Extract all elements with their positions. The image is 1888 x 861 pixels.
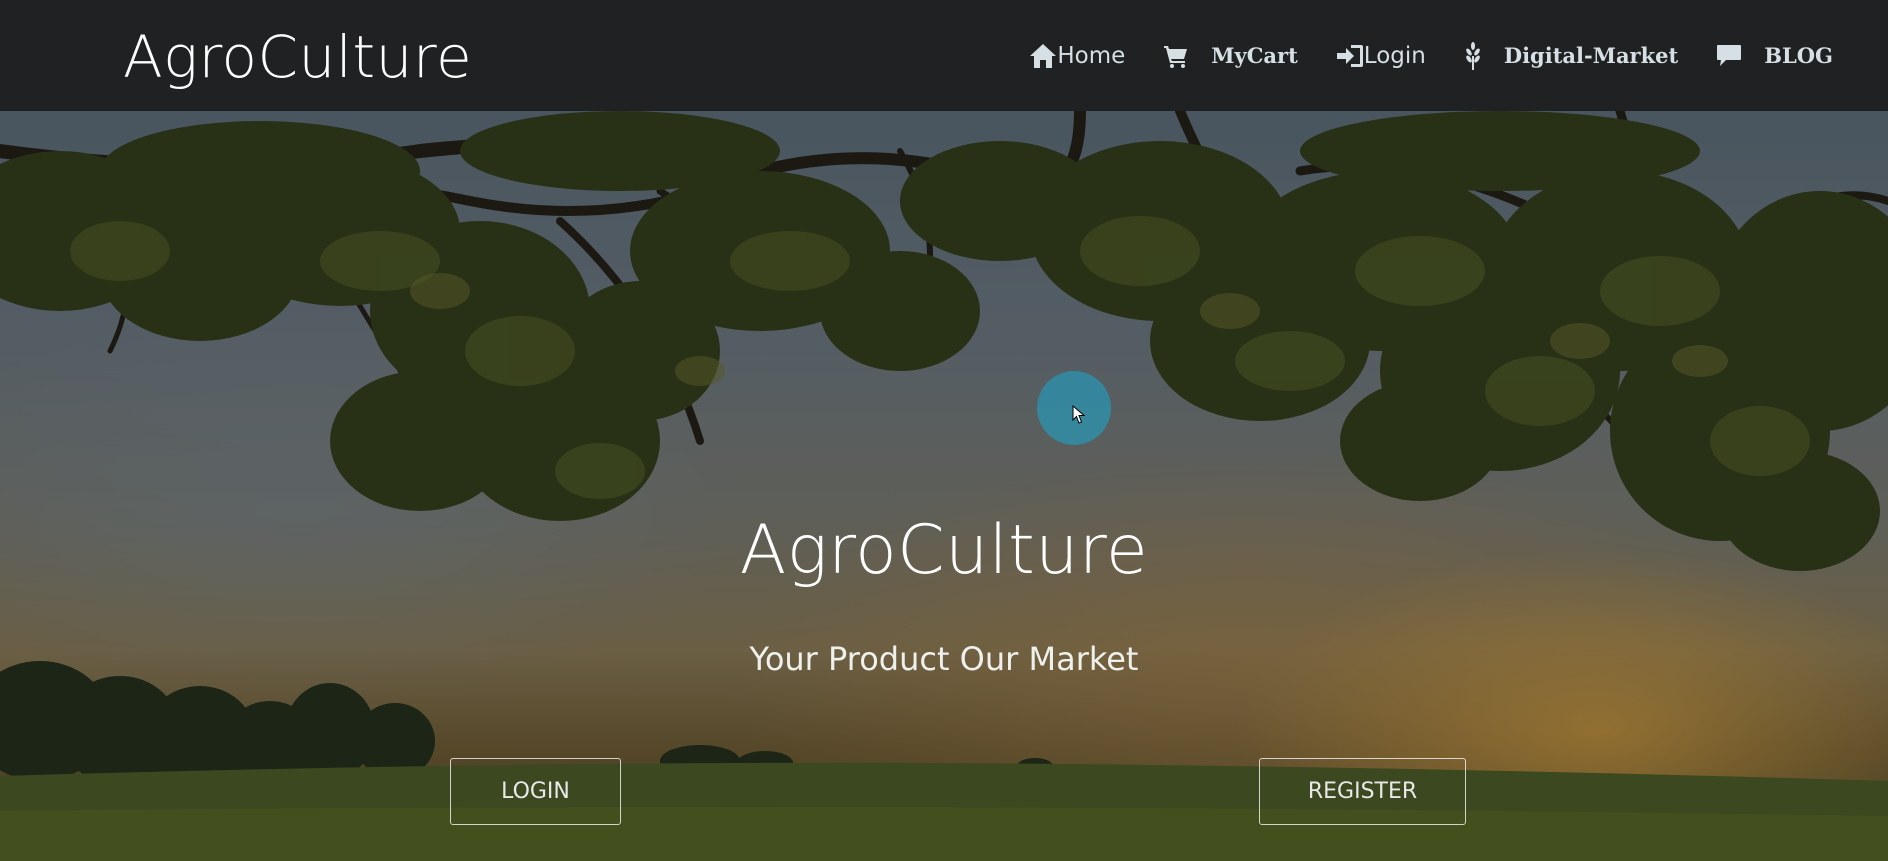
hero-subtitle: Your Product Our Market xyxy=(749,640,1139,678)
nav-digital-market-label: Digital-Market xyxy=(1503,43,1679,68)
grain-icon xyxy=(1464,41,1482,70)
home-icon xyxy=(1029,43,1057,69)
sign-in-icon xyxy=(1336,44,1364,68)
nav-mycart-label: MyCart xyxy=(1211,43,1298,68)
comment-icon xyxy=(1716,44,1742,68)
nav-mycart[interactable]: MyCart xyxy=(1163,0,1298,111)
nav-login[interactable]: Login xyxy=(1336,0,1426,111)
login-button[interactable]: LOGIN xyxy=(450,758,621,825)
brand-logo-text[interactable]: AgroCulture xyxy=(123,22,472,92)
hero-title: AgroCulture xyxy=(739,511,1149,590)
cart-icon xyxy=(1163,44,1189,68)
register-button[interactable]: REGISTER xyxy=(1259,758,1466,825)
navbar: AgroCulture Home MyCart Login Digital-Ma… xyxy=(0,0,1888,111)
nav-login-label: Login xyxy=(1363,42,1426,69)
nav-home-label: Home xyxy=(1057,42,1126,69)
nav-menu: Home MyCart Login Digital-Market BLOG xyxy=(991,0,1833,111)
nav-blog[interactable]: BLOG xyxy=(1716,0,1833,111)
hero-section: AgroCulture Your Product Our Market LOGI… xyxy=(0,111,1888,861)
nav-digital-market[interactable]: Digital-Market xyxy=(1464,0,1678,111)
nav-blog-label: BLOG xyxy=(1764,43,1833,68)
nav-home[interactable]: Home xyxy=(1029,0,1125,111)
mouse-cursor-icon xyxy=(1072,405,1086,424)
hero-dim-overlay xyxy=(0,111,1888,861)
